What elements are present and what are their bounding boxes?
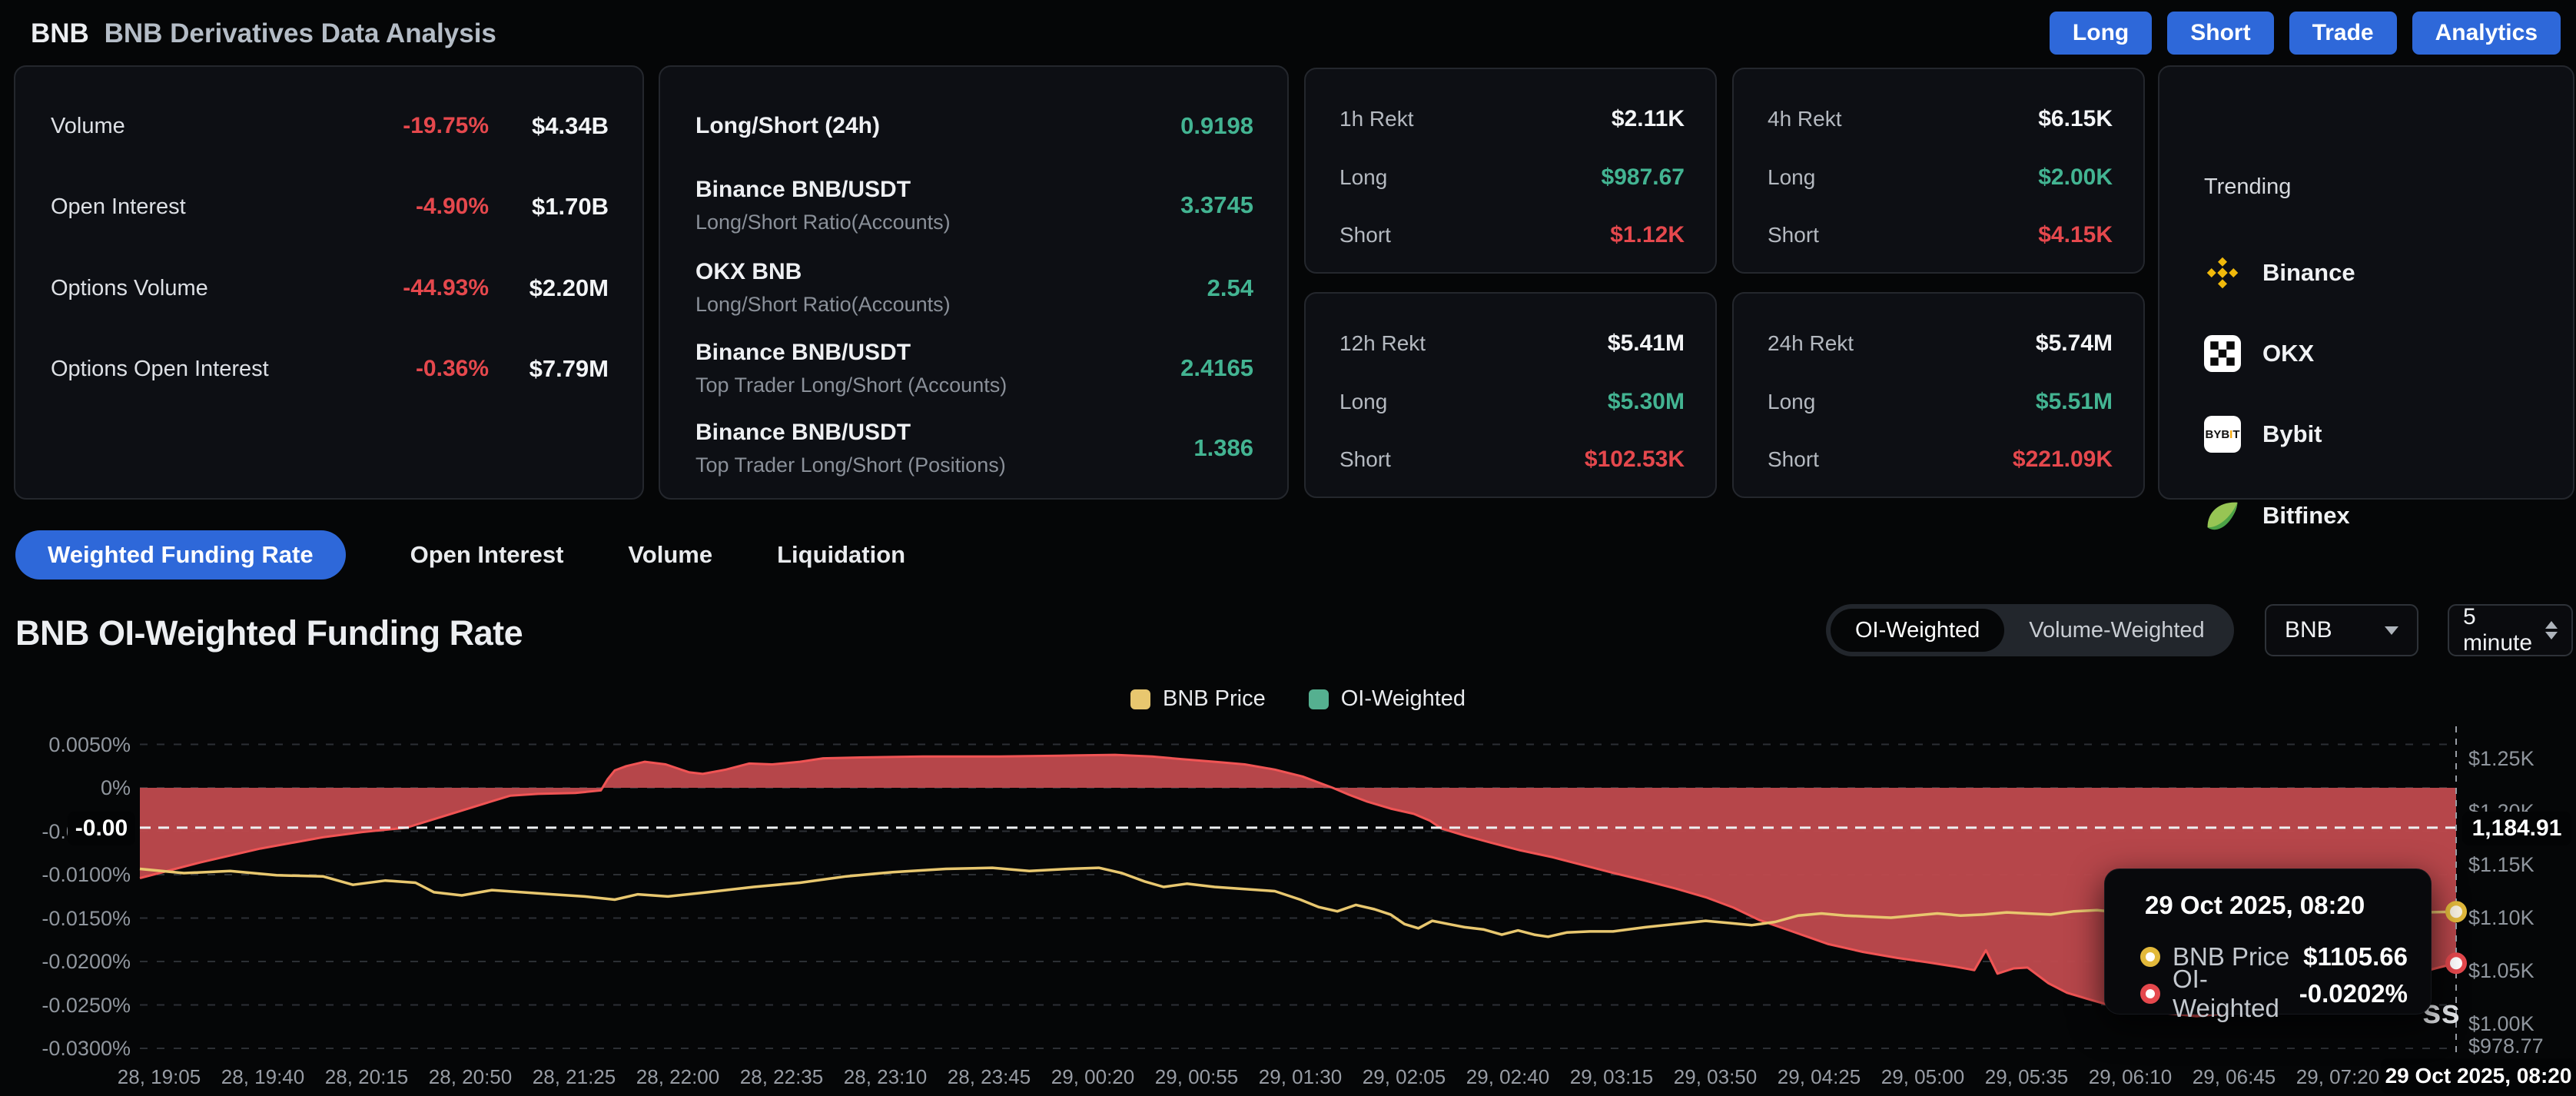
x-axis-label: 29, 02:05 xyxy=(1363,1064,1446,1090)
x-axis-label: 29, 05:00 xyxy=(1881,1064,1964,1090)
x-axis-label: 29, 00:20 xyxy=(1051,1064,1134,1090)
bnb-derivatives-dashboard: BNB BNB Derivatives Data Analysis LongSh… xyxy=(0,0,2576,1096)
tooltip-row: OI-Weighted-0.0202% xyxy=(2140,977,2408,1011)
x-axis-label: 28, 19:40 xyxy=(221,1064,304,1090)
tooltip-series-dot xyxy=(2140,947,2160,967)
x-axis-label: 28, 22:35 xyxy=(740,1064,823,1090)
y-axis-label-left: -0.0300% xyxy=(8,1035,131,1061)
x-axis-label: 29, 07:20 xyxy=(2296,1064,2379,1090)
tooltip-series-value: -0.0202% xyxy=(2299,979,2408,1008)
x-axis-label: 29, 05:35 xyxy=(1985,1064,2068,1090)
tooltip-series-value: $1105.66 xyxy=(2303,942,2408,971)
y-axis-label-left: 0.0050% xyxy=(8,732,131,758)
x-axis-label: 28, 22:00 xyxy=(636,1064,719,1090)
x-axis-label: 29, 03:50 xyxy=(1674,1064,1757,1090)
legend-swatch-icon xyxy=(1309,689,1329,709)
x-axis-label: 28, 21:25 xyxy=(533,1064,616,1090)
y-axis-label-right: $1.25K xyxy=(2468,746,2535,772)
y-axis-label-left: -0.0100% xyxy=(8,862,131,888)
funding-area-negative xyxy=(140,788,603,878)
y-axis-label-left: -0.0150% xyxy=(8,905,131,932)
tooltip-title: 29 Oct 2025, 08:20 xyxy=(2145,891,2365,920)
price-end-dot xyxy=(2448,903,2465,920)
legend-label: BNB Price xyxy=(1163,686,1266,712)
legend-swatch-icon xyxy=(1130,689,1150,709)
y-axis-label-right: $1.10K xyxy=(2468,905,2535,931)
y-axis-label-left: -0.0250% xyxy=(8,992,131,1018)
chart-tooltip: 29 Oct 2025, 08:20 BNB Price$1105.66OI-W… xyxy=(2104,868,2432,1015)
chart-legend: BNB Price OI-Weighted xyxy=(1130,686,1466,712)
x-axis-label: 29, 02:40 xyxy=(1466,1064,1549,1090)
x-axis-label: 28, 23:10 xyxy=(844,1064,927,1090)
y-axis-label-right: $1.05K xyxy=(2468,958,2535,984)
funding-end-dot xyxy=(2448,955,2465,971)
x-axis-label: 29, 06:10 xyxy=(2089,1064,2172,1090)
tooltip-series-dot xyxy=(2140,984,2160,1004)
y-axis-label-right: $978.77 xyxy=(2468,1033,2544,1059)
y-axis-label-right: $1.15K xyxy=(2468,852,2535,878)
legend-item-oi-weighted[interactable]: OI-Weighted xyxy=(1309,686,1466,712)
x-axis-label: 28, 20:50 xyxy=(429,1064,512,1090)
tooltip-series-label: OI-Weighted xyxy=(2173,965,2287,1023)
x-axis-label: 29, 00:55 xyxy=(1155,1064,1238,1090)
price-cursor-badge: 1,184.91 xyxy=(2462,812,2571,845)
funding-cursor-badge: -0.00 xyxy=(68,812,135,845)
date-cursor-badge: 29 Oct 2025, 08:20 xyxy=(2381,1058,2576,1094)
x-axis-label: 28, 19:05 xyxy=(118,1064,201,1090)
legend-label: OI-Weighted xyxy=(1341,686,1466,712)
y-axis-label-left: 0% xyxy=(8,775,131,801)
x-axis-label: 29, 04:25 xyxy=(1778,1064,1861,1090)
y-axis-label-left: -0.0200% xyxy=(8,948,131,975)
x-axis-label: 28, 20:15 xyxy=(325,1064,408,1090)
x-axis-label: 29, 06:45 xyxy=(2193,1064,2276,1090)
x-axis-label: 29, 03:15 xyxy=(1570,1064,1653,1090)
legend-item-bnb-price[interactable]: BNB Price xyxy=(1130,686,1266,712)
x-axis-label: 28, 23:45 xyxy=(948,1064,1031,1090)
x-axis-label: 29, 01:30 xyxy=(1259,1064,1342,1090)
